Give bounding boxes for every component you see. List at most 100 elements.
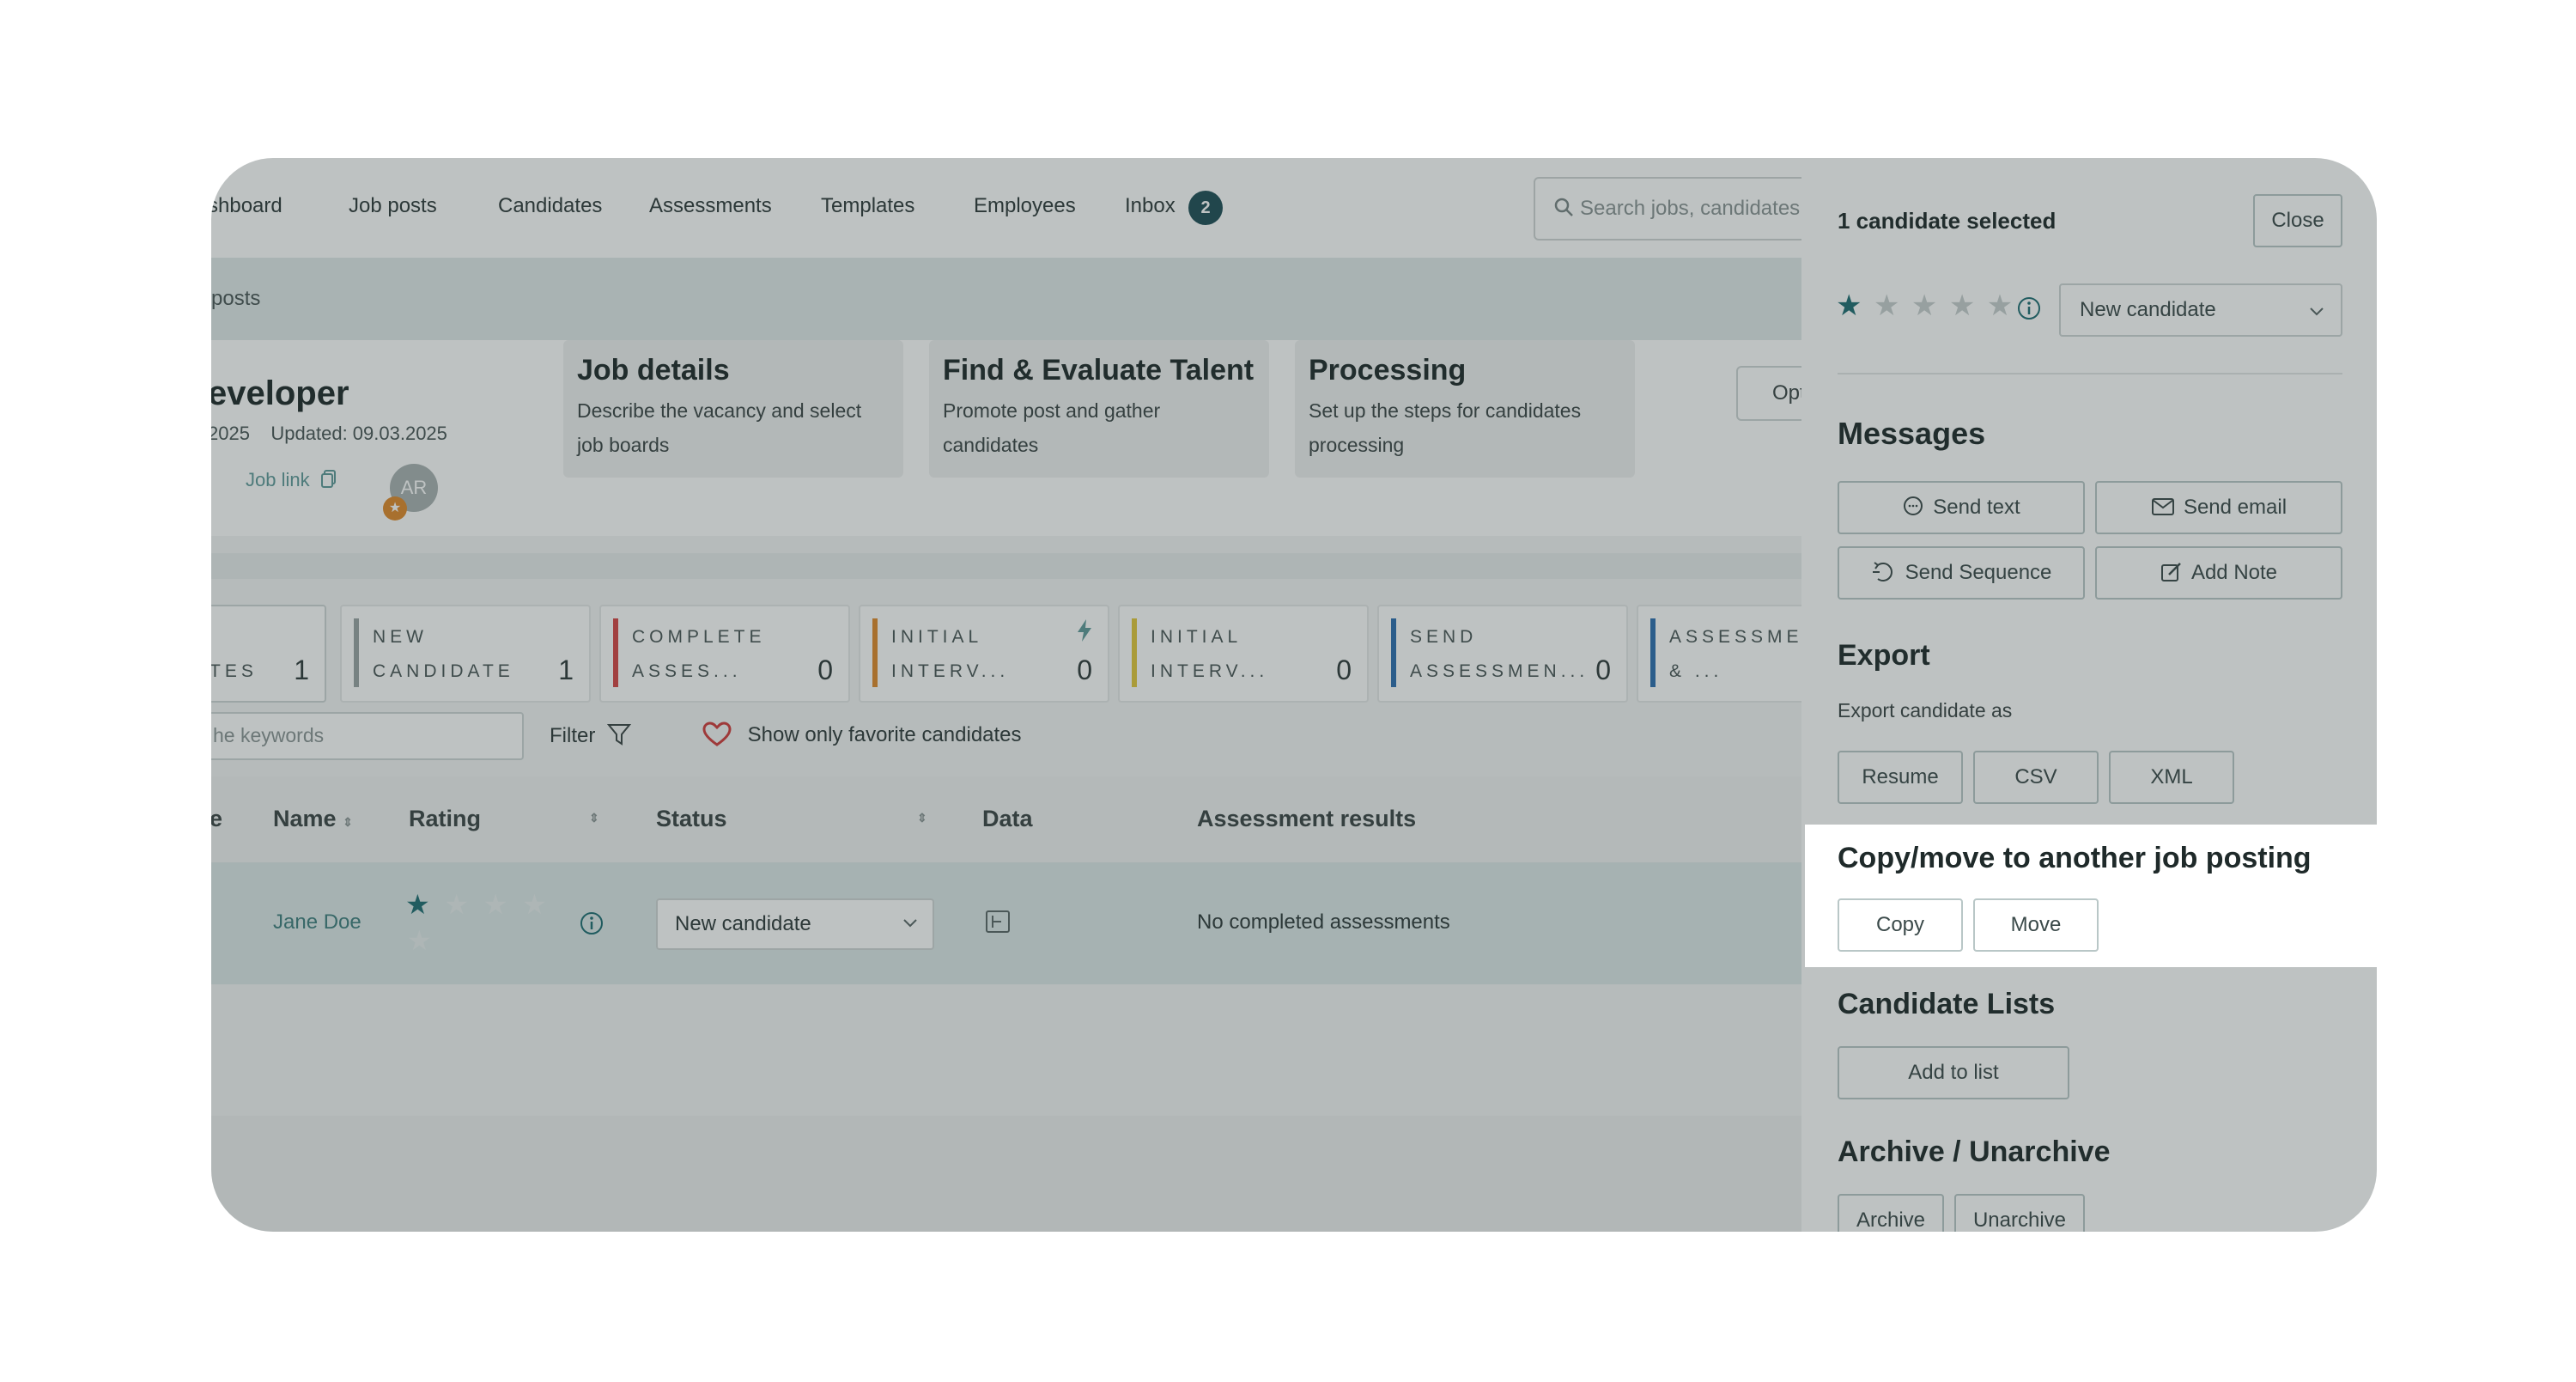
column-header-rating[interactable]: Rating [409,806,481,832]
filter-button[interactable]: Filter [550,721,632,748]
card-processing[interactable]: Processing Set up the steps for candidat… [1295,340,1635,478]
send-text-button[interactable]: Send text [1838,481,2085,534]
favorites-toggle[interactable]: Show only favorite candidates [702,721,1022,747]
add-to-list-button[interactable]: Add to list [1838,1046,2069,1099]
column-header-status[interactable]: Status [656,806,727,832]
favorites-label: Show only favorite candidates [747,723,1022,746]
heart-icon [702,721,732,746]
add-note-button[interactable]: Add Note [2095,546,2342,600]
copy-move-section: Copy/move to another job posting Copy Mo… [1805,825,2377,967]
stage-label-1: INITIAL [891,627,983,647]
chevron-down-icon [903,919,917,928]
column-header-name[interactable]: Name ⇕ [273,806,353,832]
unarchive-button[interactable]: Unarchive [1954,1194,2085,1232]
copy-move-title: Copy/move to another job posting [1838,842,2312,874]
info-icon[interactable] [579,910,605,936]
panel-status-value: New candidate [2080,298,2216,321]
export-title: Export [1838,639,1930,672]
export-xml-button[interactable]: XML [2109,751,2234,804]
panel-rating[interactable]: ★ ★ ★ ★ ★ [1836,289,2013,323]
status-value: New candidate [675,912,811,935]
column-header-assessment[interactable]: Assessment results [1197,806,1416,832]
stage-color-bar [613,618,618,687]
app-frame: shboard Job posts Candidates Assessments… [211,158,2377,1232]
status-select[interactable]: New candidate [656,898,934,950]
star-filled-icon[interactable]: ★ [1836,289,1862,322]
copy-button[interactable]: Copy [1838,898,1963,952]
info-icon[interactable] [2016,295,2042,321]
star-empty-icon[interactable]: ★ [444,889,469,920]
pipeline-stage-new[interactable]: NEW CANDIDATE 1 [340,605,591,703]
candidate-name[interactable]: Jane Doe [273,910,361,935]
table-row[interactable] [211,862,2014,984]
sort-icon[interactable]: ⇕ [589,811,599,825]
document-icon[interactable] [984,909,1012,935]
archive-button[interactable]: Archive [1838,1194,1944,1232]
nav-assessments[interactable]: Assessments [649,194,772,218]
messages-title: Messages [1838,416,1986,451]
star-empty-icon[interactable]: ★ [1987,289,2013,322]
send-email-button[interactable]: Send email [2095,481,2342,534]
stage-label: TES [211,661,258,681]
archive-title: Archive / Unarchive [1838,1135,2111,1168]
edit-note-icon [2160,563,2181,581]
nav-candidates[interactable]: Candidates [498,194,602,218]
unarchive-label: Unarchive [1972,1208,2067,1232]
stage-count: 0 [1336,654,1352,685]
star-empty-icon[interactable]: ★ [483,889,508,920]
star-filled-icon[interactable]: ★ [405,889,430,920]
move-label: Move [2010,913,2062,936]
search-icon [1554,198,1573,216]
move-button[interactable]: Move [1973,898,2099,952]
card-description: Promote post and gather candidates [943,399,1161,456]
job-dates: 2025 Updated: 09.03.2025 [211,423,447,444]
star-empty-icon[interactable]: ★ [1911,289,1937,322]
pipeline-stage-initial-2[interactable]: INITIAL INTERV... 0 [1118,605,1369,703]
card-job-details[interactable]: Job details Describe the vacancy and sel… [563,340,903,478]
stage-count: 1 [294,654,309,685]
nav-job-posts[interactable]: Job posts [349,194,437,218]
bulk-actions-panel: 1 candidate selected Close ★ ★ ★ ★ ★ New… [1801,158,2377,1232]
copy-icon [320,470,336,488]
export-csv-button[interactable]: CSV [1973,751,2099,804]
stage-count: 0 [1077,654,1092,685]
funnel-icon [606,724,632,746]
star-empty-icon[interactable]: ★ [1874,289,1899,322]
card-find-talent[interactable]: Find & Evaluate Talent Promote post and … [929,340,1269,478]
stage-label-2: ASSESSMEN... [1410,661,1589,681]
nav-employees[interactable]: Employees [974,194,1076,218]
csv-label: CSV [2014,765,2057,788]
options-label: Opt [1772,381,1806,405]
close-button[interactable]: Close [2253,194,2342,247]
pipeline-stage-initial-1[interactable]: INITIAL INTERV... 0 [859,605,1109,703]
star-empty-icon[interactable]: ★ [407,924,432,957]
resume-label: Resume [1862,765,1939,788]
stage-label-1: COMPLETE [632,627,766,647]
send-sequence-button[interactable]: Send Sequence [1838,546,2085,600]
breadcrumb-job-posts[interactable]: posts [211,287,260,311]
rating-stars[interactable]: ★ ★ ★ ★ [405,888,547,921]
export-resume-button[interactable]: Resume [1838,751,1963,804]
sort-icon[interactable]: ⇕ [917,811,927,825]
job-link[interactable]: Job link [246,469,337,491]
divider-band [211,553,2014,579]
column-header-data[interactable]: Data [982,806,1033,832]
close-label: Close [2271,209,2324,232]
column-header[interactable]: e [211,806,222,832]
stage-color-bar [354,618,359,687]
pipeline-stage-complete[interactable]: COMPLETE ASSES... 0 [599,605,850,703]
nav-templates[interactable]: Templates [821,194,914,218]
panel-status-select[interactable]: New candidate [2059,283,2342,337]
send-email-label: Send email [2183,496,2287,519]
pipeline-stage-send[interactable]: SEND ASSESSMEN... 0 [1377,605,1628,703]
star-empty-icon[interactable]: ★ [522,889,547,920]
selection-count: 1 candidate selected [1838,208,2057,234]
keywords-placeholder: he keywords [213,724,325,746]
nav-dashboard[interactable]: shboard [211,194,283,218]
candidate-lists-title: Candidate Lists [1838,988,2056,1020]
keywords-input[interactable]: he keywords [211,712,524,760]
pipeline-stage-all[interactable]: TES 1 [211,605,326,703]
nav-inbox[interactable]: Inbox [1125,194,1176,218]
stage-count: 0 [817,654,833,685]
star-empty-icon[interactable]: ★ [1949,289,1975,322]
